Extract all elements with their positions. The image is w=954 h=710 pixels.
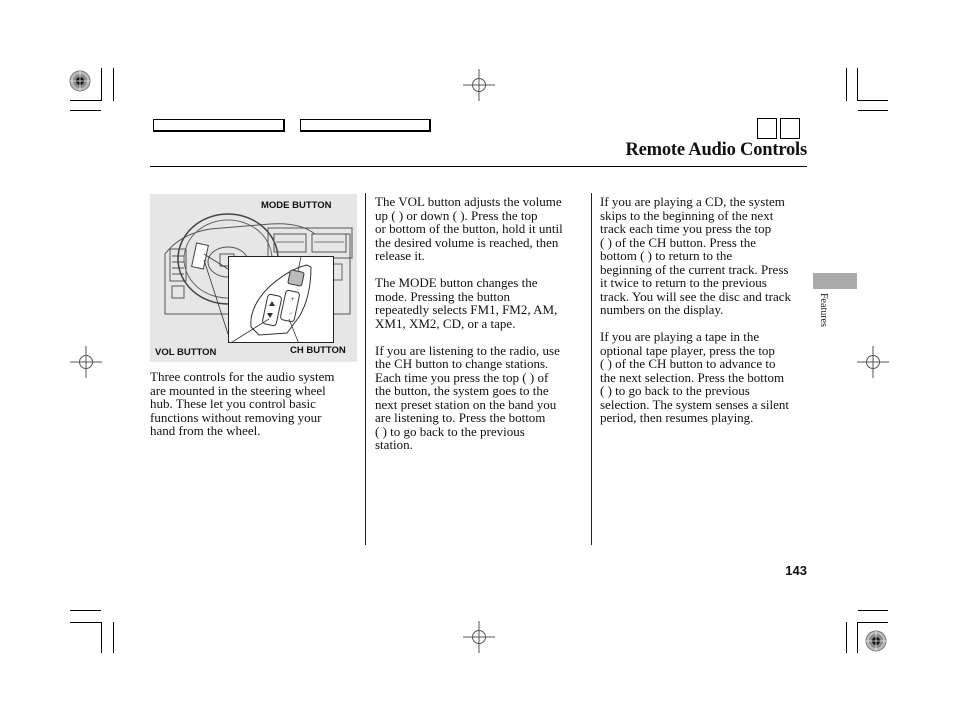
page-number: 143 <box>785 563 807 578</box>
svg-text:−: − <box>289 311 293 317</box>
steering-wheel-illustration: + − MODE BUTTON VOL BUTTON CH BUTTON <box>150 194 357 362</box>
middle-column: The VOL button adjusts the volume up ( )… <box>375 195 587 465</box>
switch-panel-drawing: + − <box>220 246 312 350</box>
right-column: If you are playing a CD, the system skip… <box>600 195 812 438</box>
registration-target-icon <box>865 630 887 652</box>
paragraph: The VOL button adjusts the volume up ( )… <box>375 194 563 263</box>
crosshair-mark-icon <box>463 69 495 101</box>
index-box <box>780 118 800 139</box>
crosshair-mark-icon <box>857 346 889 378</box>
column-divider <box>365 193 366 545</box>
left-column: Three controls for the audio system are … <box>150 370 362 451</box>
column-divider <box>591 193 592 545</box>
ch-button-callout: CH BUTTON <box>290 345 346 356</box>
mode-button-shape <box>287 269 305 287</box>
ch-button-shape <box>280 289 300 323</box>
svg-text:+: + <box>291 297 295 303</box>
paragraph: Three controls for the audio system are … <box>150 369 335 438</box>
crosshair-mark-icon <box>463 621 495 653</box>
vol-button-callout: VOL BUTTON <box>155 347 217 358</box>
section-tab[interactable] <box>813 273 857 289</box>
registration-target-icon <box>69 70 91 92</box>
mode-button-callout: MODE BUTTON <box>261 200 332 211</box>
nav-tab-index[interactable] <box>300 119 431 132</box>
nav-tab-contents[interactable] <box>153 119 285 132</box>
button-closeup-inset: + − <box>220 246 334 350</box>
crosshair-mark-icon <box>70 346 102 378</box>
index-box <box>757 118 777 139</box>
header-rule <box>150 166 807 167</box>
section-tab-label: Features <box>818 293 829 327</box>
paragraph: The MODE button changes the mode. Pressi… <box>375 275 558 331</box>
paragraph: If you are listening to the radio, use t… <box>375 342 560 452</box>
page-title: Remote Audio Controls <box>625 140 808 160</box>
paragraph: If you are playing a CD, the system skip… <box>600 194 791 317</box>
paragraph: If you are playing a tape in the optiona… <box>600 329 789 425</box>
